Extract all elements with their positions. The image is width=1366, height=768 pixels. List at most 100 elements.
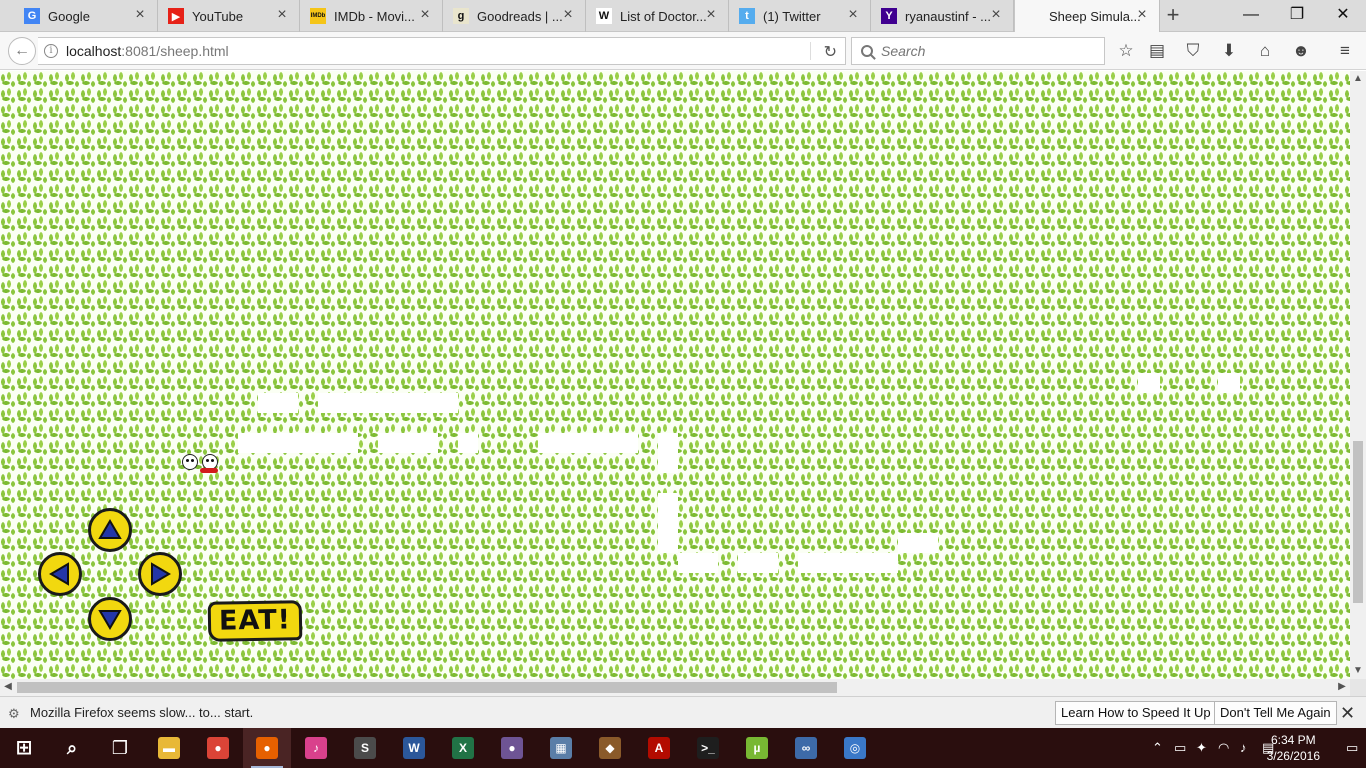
task-view-button[interactable]: ❐ [96, 728, 144, 768]
taskbar-chrome[interactable]: ● [194, 728, 242, 768]
scroll-corner [1350, 679, 1366, 696]
clock-date: 3/26/2016 [1266, 749, 1320, 763]
scroll-right-arrow[interactable]: ▶ [1334, 679, 1350, 695]
bookmark-star-icon[interactable]: ☆ [1116, 41, 1136, 61]
url-bar[interactable]: i localhost:8081/sheep.html ↻ [38, 37, 846, 65]
taskbar-terminal[interactable]: >_ [684, 728, 732, 768]
eaten-patch [378, 433, 438, 453]
taskbar-itunes[interactable]: ♪ [292, 728, 340, 768]
tab-goodreads[interactable]: g Goodreads | ... × [443, 0, 586, 32]
taskbar-browser-app[interactable]: ◎ [831, 728, 879, 768]
battery-icon[interactable]: ▭ [1174, 740, 1186, 756]
horizontal-scroll-thumb[interactable] [17, 682, 837, 693]
url-host: localhost [66, 43, 122, 59]
tab-close-icon[interactable]: × [704, 7, 718, 23]
eaten-patch [458, 433, 478, 453]
home-icon[interactable]: ⌂ [1255, 41, 1275, 61]
taskbar-github[interactable]: ● [488, 728, 536, 768]
tab-close-icon[interactable]: × [1135, 7, 1149, 23]
taskbar-excel[interactable]: X [439, 728, 487, 768]
dont-tell-me-again-button[interactable]: Don't Tell Me Again [1214, 701, 1337, 725]
game-app-icon: ◆ [599, 737, 621, 759]
word-icon: W [403, 737, 425, 759]
show-hidden-icons-icon[interactable]: ⌃ [1152, 740, 1163, 756]
url-path: :8081/sheep.html [121, 43, 229, 59]
move-up-button[interactable] [88, 508, 132, 552]
tab-close-icon[interactable]: × [846, 7, 860, 23]
arrow-down-icon [98, 610, 122, 630]
taskbar-sublime-text[interactable]: S [341, 728, 389, 768]
search-input[interactable] [881, 43, 1081, 59]
clock[interactable]: 6:34 PM 3/26/2016 [1267, 732, 1320, 764]
search-bar[interactable] [851, 37, 1105, 65]
visual-studio-icon: ∞ [795, 737, 817, 759]
search-taskbar-button[interactable]: ⌕ [48, 728, 96, 768]
reload-icon[interactable]: ↻ [824, 42, 837, 62]
tab-page[interactable]: Sheep Simula... × [1014, 0, 1160, 33]
arrow-right-icon [151, 562, 171, 586]
close-window-button[interactable]: ✕ [1320, 0, 1366, 30]
tab-close-icon[interactable]: × [275, 7, 289, 23]
scroll-left-arrow[interactable]: ◀ [0, 679, 16, 695]
slow-startup-notification: ⚙ Mozilla Firefox seems slow... to... st… [0, 696, 1366, 728]
excel-icon: X [452, 737, 474, 759]
taskbar-game-app[interactable]: ◆ [586, 728, 634, 768]
sheep-face-icon [182, 454, 198, 470]
tab-imdb[interactable]: IMDb IMDb - Movi... × [300, 0, 443, 32]
dropbox-icon[interactable]: ✦ [1196, 740, 1207, 756]
notification-close-icon[interactable]: ✕ [1340, 703, 1355, 724]
acrobat-icon: A [648, 737, 670, 759]
start-button[interactable]: ⊞ [0, 728, 48, 768]
taskbar-file-explorer[interactable]: ▬ [145, 728, 193, 768]
scroll-up-arrow[interactable]: ▲ [1350, 71, 1366, 87]
move-right-button[interactable] [138, 552, 182, 596]
tab-twitter[interactable]: t (1) Twitter × [729, 0, 871, 32]
taskbar-acrobat[interactable]: A [635, 728, 683, 768]
bookmarks-menu-icon[interactable]: ▤ [1147, 41, 1167, 61]
taskbar-photos[interactable]: ▦ [537, 728, 585, 768]
github-icon: ● [501, 737, 523, 759]
photos-icon: ▦ [550, 737, 572, 759]
tab-youtube[interactable]: ▶ YouTube × [158, 0, 300, 32]
sublime-text-icon: S [354, 737, 376, 759]
learn-speed-up-button[interactable]: Learn How to Speed It Up [1055, 701, 1217, 725]
tab-yahoo[interactable]: Yryanaustinf - ... × [871, 0, 1014, 32]
scroll-down-arrow[interactable]: ▼ [1350, 663, 1366, 679]
maximize-button[interactable]: ❐ [1274, 0, 1320, 30]
menu-icon[interactable]: ≡ [1335, 41, 1355, 61]
taskbar-firefox[interactable]: ● [243, 728, 291, 768]
back-button[interactable]: ← [8, 37, 36, 65]
vertical-scrollbar[interactable]: ▲ ▼ [1350, 71, 1366, 679]
move-down-button[interactable] [88, 597, 132, 641]
tab-wikipedia[interactable]: W List of Doctor... × [586, 0, 729, 32]
tab-google[interactable]: G Google × [14, 0, 158, 32]
url-text[interactable]: localhost:8081/sheep.html [66, 43, 229, 59]
tab-close-icon[interactable]: × [561, 7, 575, 23]
move-left-button[interactable] [38, 552, 82, 596]
taskbar-word[interactable]: W [390, 728, 438, 768]
tab-close-icon[interactable]: × [418, 7, 432, 23]
minimize-button[interactable]: — [1228, 0, 1274, 30]
wifi-icon[interactable]: ◠ [1218, 740, 1229, 756]
downloads-icon[interactable]: ⬇ [1219, 41, 1239, 61]
horizontal-scrollbar[interactable]: ◀ ▶ [0, 679, 1350, 696]
taskbar-utorrent[interactable]: µ [733, 728, 781, 768]
site-info-icon[interactable]: i [44, 44, 58, 58]
hello-icon[interactable]: ☻ [1291, 41, 1311, 61]
eat-button[interactable]: EAT! [207, 600, 303, 642]
game-field[interactable]: EAT! [0, 71, 1350, 679]
taskbar-visual-studio[interactable]: ∞ [782, 728, 830, 768]
volume-icon[interactable]: ♪ [1240, 740, 1247, 755]
vertical-scroll-thumb[interactable] [1353, 441, 1363, 603]
windows-taskbar: ⊞ ⌕ ❐ ▬ ● ● ♪ S W X ● ▦ ◆ A >_ µ ∞ ◎ ⌃ ▭ ✦ ◠ ♪ ▤ 6:34 … [0, 728, 1366, 768]
tab-close-icon[interactable]: × [989, 7, 1003, 23]
pocket-icon[interactable]: ⛉ [1183, 41, 1203, 61]
goodreads-icon: g [453, 8, 469, 24]
utorrent-icon: µ [746, 737, 768, 759]
tab-close-icon[interactable]: × [133, 7, 147, 23]
action-center-icon[interactable]: ▭ [1346, 740, 1358, 756]
page-icon [1025, 8, 1041, 25]
new-tab-button[interactable]: + [1162, 4, 1184, 26]
eaten-patch [798, 553, 898, 573]
browser-app-icon: ◎ [844, 737, 866, 759]
